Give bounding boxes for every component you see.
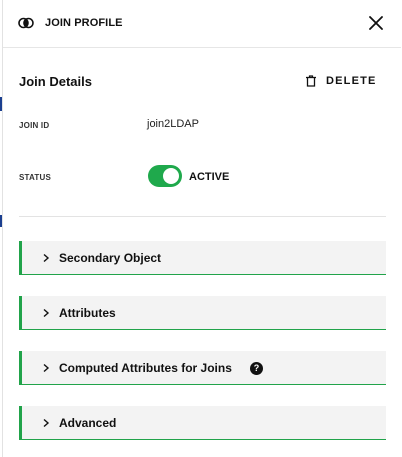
chevron-right-icon — [43, 363, 50, 373]
chevron-right-icon — [43, 418, 50, 428]
join-circles-icon — [18, 17, 34, 29]
accordion-computed-attributes[interactable]: Computed Attributes for Joins ? — [19, 351, 386, 385]
help-icon[interactable]: ? — [250, 362, 263, 375]
join-id-label: JOIN ID — [19, 121, 50, 130]
status-value: ACTIVE — [189, 171, 230, 183]
section-divider — [19, 216, 386, 217]
accordion-secondary-object[interactable]: Secondary Object — [19, 241, 386, 275]
accordion-label: Attributes — [59, 306, 116, 320]
panel-header: JOIN PROFILE — [3, 0, 401, 48]
close-icon[interactable] — [365, 12, 387, 34]
delete-button[interactable]: DELETE — [305, 73, 377, 89]
status-toggle[interactable] — [148, 165, 182, 187]
accordion-advanced[interactable]: Advanced — [19, 406, 386, 440]
delete-label: DELETE — [326, 75, 377, 87]
accordion-attributes[interactable]: Attributes — [19, 296, 386, 330]
join-profile-panel: JOIN PROFILE Join Details DELETE JOIN ID… — [2, 0, 401, 457]
trash-icon — [306, 75, 316, 87]
status-label: STATUS — [19, 173, 52, 182]
panel-title: JOIN PROFILE — [45, 17, 123, 29]
chevron-right-icon — [43, 308, 50, 318]
accordion-label: Secondary Object — [59, 251, 162, 265]
chevron-right-icon — [43, 253, 50, 263]
toggle-knob — [163, 168, 179, 184]
accordion-label: Advanced — [59, 416, 117, 430]
join-id-value: join2LDAP — [147, 118, 199, 130]
join-details-title: Join Details — [19, 74, 92, 89]
accordion-label: Computed Attributes for Joins — [59, 361, 232, 375]
